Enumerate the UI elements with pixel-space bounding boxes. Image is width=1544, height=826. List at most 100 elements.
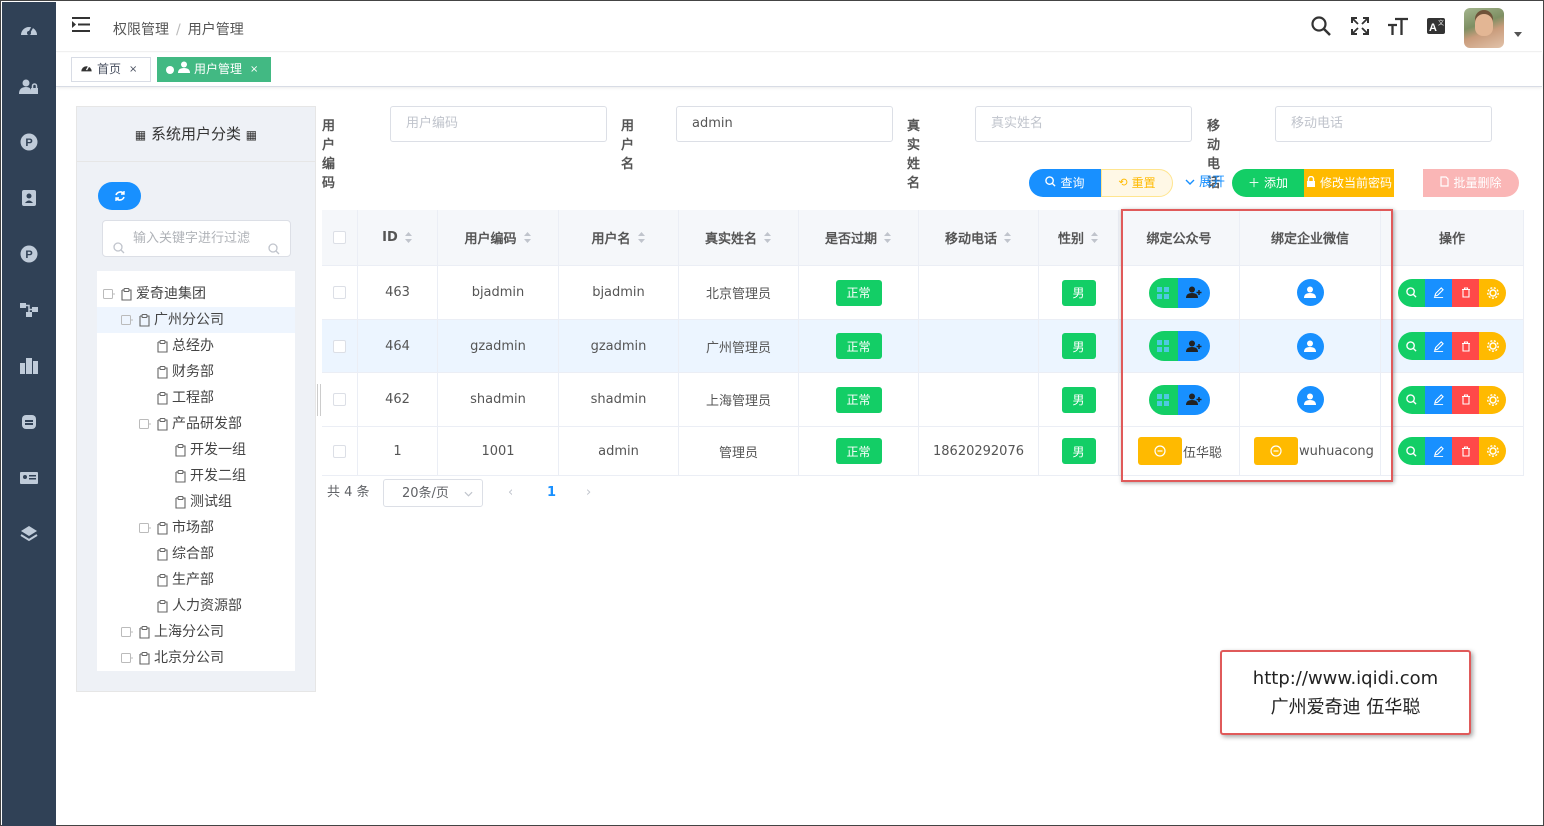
tree-node[interactable]: 产品研发部 xyxy=(139,411,242,437)
breadcrumb-parent[interactable]: 权限管理 xyxy=(113,22,169,38)
batch-delete-button[interactable]: 批量删除 xyxy=(1423,169,1519,197)
settings-icon[interactable] xyxy=(1479,332,1506,360)
delete-icon[interactable] xyxy=(1452,385,1479,414)
next-page-icon[interactable]: › xyxy=(586,479,591,507)
sort-icon[interactable] xyxy=(1003,231,1012,244)
page-size-select[interactable]: 20条/页 xyxy=(383,479,483,507)
parking-icon[interactable]: P xyxy=(19,132,39,152)
expand-toggle-icon[interactable] xyxy=(121,627,133,637)
layers-icon[interactable] xyxy=(19,523,39,543)
column-header[interactable]: ID xyxy=(358,210,438,266)
splitter-handle[interactable] xyxy=(317,384,321,416)
expand-toggle-icon[interactable] xyxy=(139,523,151,533)
edit-icon[interactable] xyxy=(1425,437,1452,465)
prev-page-icon[interactable]: ‹ xyxy=(508,479,513,507)
view-icon[interactable] xyxy=(1398,278,1425,307)
settings-icon[interactable] xyxy=(1479,278,1506,307)
sort-icon[interactable] xyxy=(763,231,772,244)
tree-node[interactable]: 开发二组 xyxy=(157,463,246,489)
sitemap-icon[interactable] xyxy=(19,300,39,320)
caret-down-icon[interactable] xyxy=(1514,32,1522,37)
tree-node[interactable]: 综合部 xyxy=(139,541,214,567)
tree-node[interactable]: 上海分公司 xyxy=(121,619,224,645)
tree-node[interactable]: 广州分公司 xyxy=(97,307,295,333)
tree-node[interactable]: 人力资源部 xyxy=(139,593,242,619)
tree-node[interactable]: 测试组 xyxy=(157,489,232,515)
query-button[interactable]: 查询 xyxy=(1029,169,1101,197)
tree-node-label: 工程部 xyxy=(172,390,214,406)
tab-close-icon[interactable]: × xyxy=(250,58,258,81)
settings-icon[interactable] xyxy=(1479,385,1506,414)
tree-node-label: 人力资源部 xyxy=(172,598,242,614)
expand-toggle-icon[interactable] xyxy=(121,315,133,325)
dashboard-icon[interactable] xyxy=(19,19,39,39)
sort-icon[interactable] xyxy=(1090,231,1099,244)
column-header[interactable]: 是否过期 xyxy=(799,210,919,266)
search-icon[interactable] xyxy=(1311,16,1331,40)
real-name-input[interactable]: 真实姓名 xyxy=(975,106,1192,142)
column-header[interactable]: 用户编码 xyxy=(438,210,559,266)
shopping-bag-icon[interactable] xyxy=(19,411,39,431)
tree-node[interactable]: 市场部 xyxy=(139,515,214,541)
tab-close-icon[interactable]: × xyxy=(129,58,137,81)
tree-node[interactable]: 开发一组 xyxy=(157,437,246,463)
translate-icon[interactable]: A文 xyxy=(1426,16,1448,40)
row-checkbox[interactable] xyxy=(333,286,346,299)
add-button[interactable]: ＋ 添加 xyxy=(1232,169,1304,197)
id-card-icon[interactable] xyxy=(19,468,39,488)
tab-home[interactable]: 首页 × xyxy=(71,57,151,82)
edit-icon[interactable] xyxy=(1425,385,1452,414)
address-book-icon[interactable] xyxy=(19,188,39,208)
column-header[interactable]: 真实姓名 xyxy=(679,210,799,266)
expand-button[interactable]: 展开 xyxy=(1181,169,1229,197)
reset-button[interactable]: ⟲ 重置 xyxy=(1101,169,1173,197)
user-code-value: bjadmin xyxy=(471,285,525,300)
tree-node[interactable]: 工程部 xyxy=(139,385,214,411)
user-lock-icon[interactable] xyxy=(19,77,39,97)
cell-user-name: shadmin xyxy=(559,373,679,427)
view-icon[interactable] xyxy=(1398,332,1425,360)
tree-node[interactable]: 北京分公司 xyxy=(121,645,224,671)
user-name-input[interactable]: admin xyxy=(676,106,893,142)
delete-icon[interactable] xyxy=(1452,437,1479,465)
row-action-group xyxy=(1398,332,1506,360)
fullscreen-icon[interactable] xyxy=(1350,16,1370,40)
tree-filter-input[interactable]: 输入关键字进行过滤 xyxy=(102,220,291,257)
mobile-input[interactable]: 移动电话 xyxy=(1275,106,1492,142)
select-all-checkbox[interactable] xyxy=(333,231,346,244)
tree-node[interactable]: 总经办 xyxy=(139,333,214,359)
sort-icon[interactable] xyxy=(404,231,413,244)
tree-node[interactable]: 生产部 xyxy=(139,567,214,593)
font-size-icon[interactable] xyxy=(1387,16,1409,40)
user-code-input[interactable]: 用户编码 xyxy=(390,106,607,142)
row-checkbox[interactable] xyxy=(333,339,346,353)
settings-icon[interactable] xyxy=(1479,437,1506,465)
column-header[interactable]: 移动电话 xyxy=(919,210,1039,266)
tab-user-management[interactable]: 用户管理 × xyxy=(157,57,271,82)
building-icon[interactable] xyxy=(19,356,39,376)
sort-icon[interactable] xyxy=(883,231,892,244)
row-checkbox[interactable] xyxy=(333,393,346,406)
tree-node[interactable]: 爱奇迪集团 xyxy=(103,281,206,307)
user-avatar[interactable] xyxy=(1464,8,1504,48)
sort-icon[interactable] xyxy=(523,231,532,244)
sort-icon[interactable] xyxy=(637,231,646,244)
delete-icon[interactable] xyxy=(1452,332,1479,360)
expand-toggle-icon[interactable] xyxy=(139,419,151,429)
tree-node[interactable]: 财务部 xyxy=(139,359,214,385)
column-header[interactable]: 性别 xyxy=(1039,210,1119,266)
row-checkbox[interactable] xyxy=(333,444,346,458)
page-number-current[interactable]: 1 xyxy=(547,479,556,507)
edit-icon[interactable] xyxy=(1425,332,1452,360)
view-icon[interactable] xyxy=(1398,437,1425,465)
change-password-button[interactable]: 修改当前密码 xyxy=(1304,169,1394,197)
hamburger-icon[interactable] xyxy=(72,17,90,36)
column-header[interactable]: 用户名 xyxy=(559,210,679,266)
expand-toggle-icon[interactable] xyxy=(121,653,133,663)
refresh-button[interactable] xyxy=(98,182,141,210)
view-icon[interactable] xyxy=(1398,385,1425,414)
delete-icon[interactable] xyxy=(1452,278,1479,307)
edit-icon[interactable] xyxy=(1425,278,1452,307)
expand-toggle-icon[interactable] xyxy=(103,289,115,299)
parking-icon-2[interactable]: P xyxy=(19,244,39,264)
